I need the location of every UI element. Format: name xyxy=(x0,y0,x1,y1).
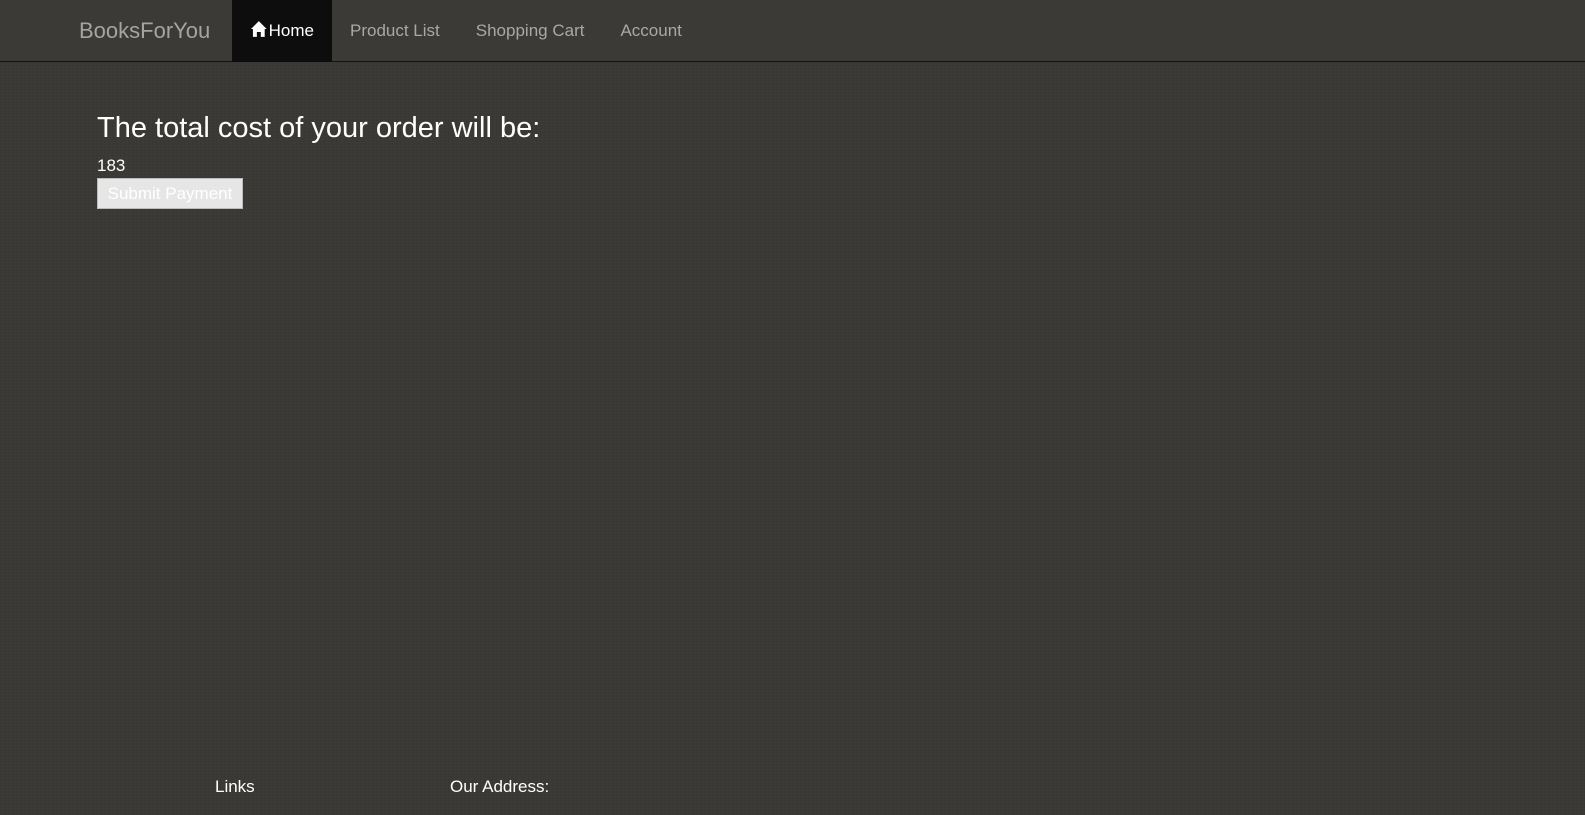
nav-item-shopping-cart-label: Shopping Cart xyxy=(475,21,585,40)
nav-item-product-list[interactable]: Product List xyxy=(332,0,458,62)
footer-address-heading: Our Address: xyxy=(450,777,550,796)
top-navbar: BooksForYou Home Product List Shopping C… xyxy=(0,0,1585,62)
order-summary: The total cost of your order will be: 18… xyxy=(97,108,540,209)
nav-item-product-list-label: Product List xyxy=(350,21,440,40)
nav-item-account-label: Account xyxy=(620,21,682,40)
home-icon xyxy=(250,21,267,37)
submit-payment-button[interactable]: Submit Payment xyxy=(97,178,243,209)
nav-item-home-label: Home xyxy=(268,21,314,40)
nav-item-home[interactable]: Home xyxy=(232,0,332,62)
nav-item-shopping-cart[interactable]: Shopping Cart xyxy=(458,0,603,62)
total-cost-value: 183 xyxy=(97,156,126,175)
total-cost-heading: The total cost of your order will be: xyxy=(97,112,541,144)
main-nav: Home Product List Shopping Cart Account xyxy=(232,0,700,62)
footer-links-heading: Links xyxy=(215,777,255,796)
nav-item-account[interactable]: Account xyxy=(602,0,699,62)
brand-link[interactable]: BooksForYou xyxy=(79,0,210,62)
